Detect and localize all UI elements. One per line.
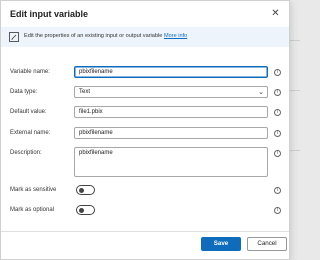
- banner-text: Edit the properties of an existing input…: [24, 33, 187, 39]
- info-icon[interactable]: i: [274, 69, 281, 76]
- default-value-input[interactable]: file1.pbix: [74, 106, 268, 118]
- info-icon[interactable]: i: [274, 89, 281, 96]
- data-type-select[interactable]: Text ⌄: [74, 86, 268, 98]
- optional-toggle[interactable]: [76, 205, 95, 215]
- edit-variable-dialog: Edit input variable ✕ Edit the propertie…: [0, 0, 290, 260]
- default-value-label: Default value:: [10, 109, 47, 115]
- optional-label: Mark as optional: [10, 207, 55, 213]
- variable-name-label: Variable name:: [10, 69, 50, 75]
- data-type-label: Data type:: [10, 89, 38, 95]
- variable-name-input[interactable]: pbixfilename: [74, 66, 268, 78]
- dialog-title: Edit input variable: [10, 9, 89, 19]
- description-textarea[interactable]: pbixfilename: [74, 147, 268, 177]
- external-name-label: External name:: [10, 130, 51, 136]
- banner-message: Edit the properties of an existing input…: [24, 33, 163, 39]
- info-icon[interactable]: i: [274, 150, 281, 157]
- cancel-button[interactable]: Cancel: [247, 237, 287, 251]
- info-icon[interactable]: i: [274, 130, 281, 137]
- backdrop-line: [289, 150, 300, 151]
- backdrop-line: [289, 40, 300, 41]
- more-info-link[interactable]: More info: [164, 33, 187, 39]
- external-name-input[interactable]: pbixfilename: [74, 127, 268, 139]
- chevron-down-icon: ⌄: [258, 89, 264, 96]
- sensitive-toggle[interactable]: [76, 185, 95, 195]
- save-button[interactable]: Save: [201, 237, 241, 251]
- footer-divider: [1, 231, 289, 232]
- sensitive-label: Mark as sensitive: [10, 187, 57, 193]
- info-icon[interactable]: i: [274, 207, 281, 214]
- description-label: Description:: [10, 150, 42, 156]
- info-banner: Edit the properties of an existing input…: [1, 27, 289, 47]
- info-icon[interactable]: i: [274, 109, 281, 116]
- info-icon[interactable]: i: [274, 187, 281, 194]
- toggle-knob: [79, 187, 84, 193]
- toggle-knob: [79, 207, 84, 213]
- close-icon[interactable]: ✕: [270, 8, 281, 19]
- edit-info-icon: [9, 32, 19, 42]
- backdrop-line: [289, 90, 300, 91]
- data-type-value: Text: [79, 89, 91, 95]
